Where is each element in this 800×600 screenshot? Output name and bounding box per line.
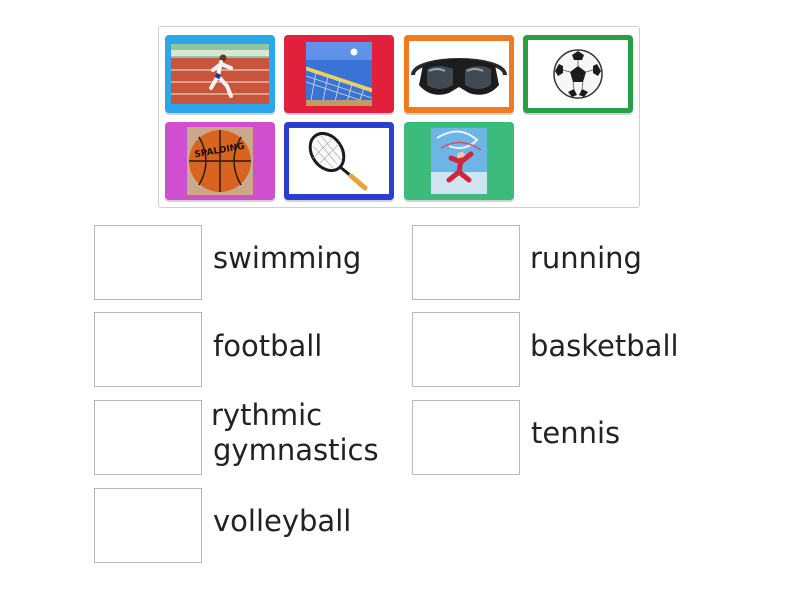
- soccer-ball-image: [528, 40, 628, 108]
- tile-running[interactable]: [165, 35, 275, 113]
- label-swimming: swimming: [213, 241, 362, 275]
- swim-goggles-image: [409, 41, 509, 107]
- label-tennis: tennis: [531, 416, 621, 450]
- drop-slot-rythmic-gymnastics[interactable]: [94, 400, 202, 475]
- tile-goggles[interactable]: [404, 35, 514, 113]
- tile-football[interactable]: [523, 35, 633, 113]
- drop-slot-football[interactable]: [94, 312, 202, 387]
- volleyball-net-image: [306, 42, 372, 106]
- drop-slot-running[interactable]: [412, 225, 520, 300]
- label-basketball: basketball: [530, 329, 679, 363]
- label-rythmic-gymnastics-line2: gymnastics: [213, 433, 379, 467]
- drop-slot-tennis[interactable]: [412, 400, 520, 475]
- drop-slot-volleyball[interactable]: [94, 488, 202, 563]
- label-rythmic-gymnastics-line1: rythmic: [211, 398, 323, 432]
- tennis-racket-image: [289, 128, 389, 194]
- label-volleyball: volleyball: [213, 504, 352, 538]
- tile-tennis[interactable]: [284, 122, 394, 200]
- rhythmic-gymnast-image: [431, 128, 487, 194]
- tile-gymnastics[interactable]: [404, 122, 514, 200]
- drop-slot-basketball[interactable]: [412, 312, 520, 387]
- tile-basketball[interactable]: SPALDING: [165, 122, 275, 200]
- basketball-image: SPALDING: [187, 127, 253, 195]
- runner-image: [171, 44, 269, 104]
- label-football: football: [213, 329, 323, 363]
- label-running: running: [530, 241, 642, 275]
- drop-slot-swimming[interactable]: [94, 225, 202, 300]
- tile-volleyball[interactable]: [284, 35, 394, 113]
